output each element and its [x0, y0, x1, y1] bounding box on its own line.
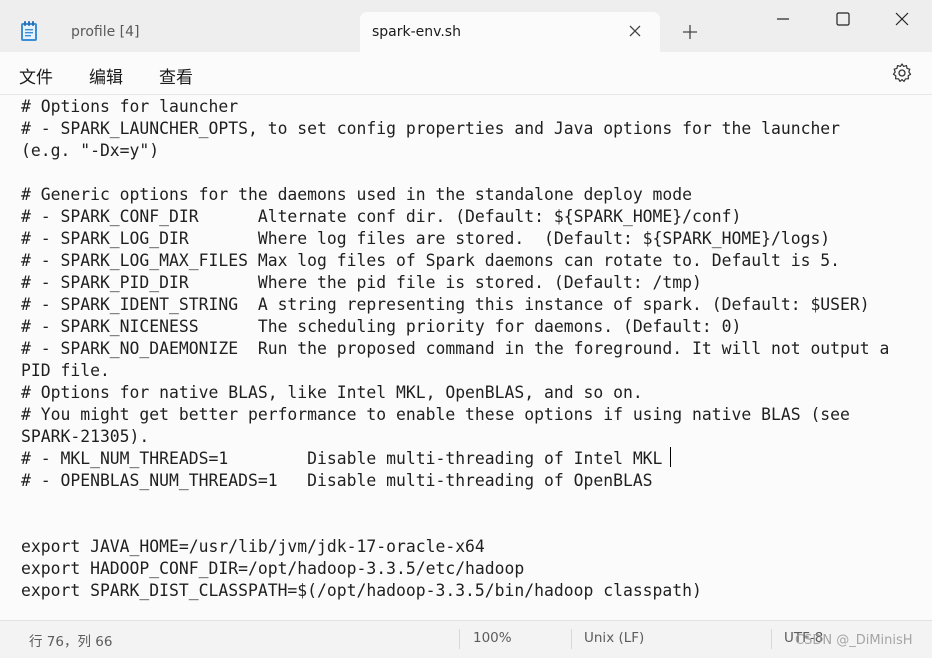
close-icon[interactable] [628, 24, 642, 38]
minimize-icon[interactable] [774, 10, 792, 28]
title-bar: profile [4] spark-env.sh [0, 0, 932, 52]
cursor-position: 行 76，列 66 [29, 634, 113, 650]
tab-label: profile [4] [71, 24, 140, 40]
status-divider [771, 629, 772, 649]
watermark: CSDN @_DiMinisH [795, 633, 913, 648]
notepad-icon [21, 21, 37, 41]
menu-bar: 文件 编辑 查看 [0, 52, 932, 94]
menu-edit[interactable]: 编辑 [89, 63, 123, 88]
status-bar: 行 76，列 66 100% Unix (LF) UTF-8 [0, 620, 932, 658]
maximize-icon[interactable] [834, 10, 852, 28]
status-divider [459, 629, 460, 649]
text-editor[interactable]: # Options for launcher # - SPARK_LAUNCHE… [0, 94, 932, 621]
gear-icon[interactable] [891, 62, 913, 84]
tab-profile[interactable]: profile [4] [56, 12, 356, 52]
tab-spark-env[interactable]: spark-env.sh [360, 12, 660, 52]
text-caret [670, 447, 671, 467]
tab-label: spark-env.sh [372, 24, 461, 40]
menu-view[interactable]: 查看 [159, 63, 193, 88]
status-divider [571, 629, 572, 649]
close-window-icon[interactable] [893, 10, 911, 28]
editor-content[interactable]: # Options for launcher # - SPARK_LAUNCHE… [21, 96, 889, 602]
plus-icon[interactable] [682, 24, 698, 40]
line-ending: Unix (LF) [584, 630, 645, 646]
menu-file[interactable]: 文件 [19, 63, 53, 88]
zoom-level: 100% [473, 630, 512, 646]
